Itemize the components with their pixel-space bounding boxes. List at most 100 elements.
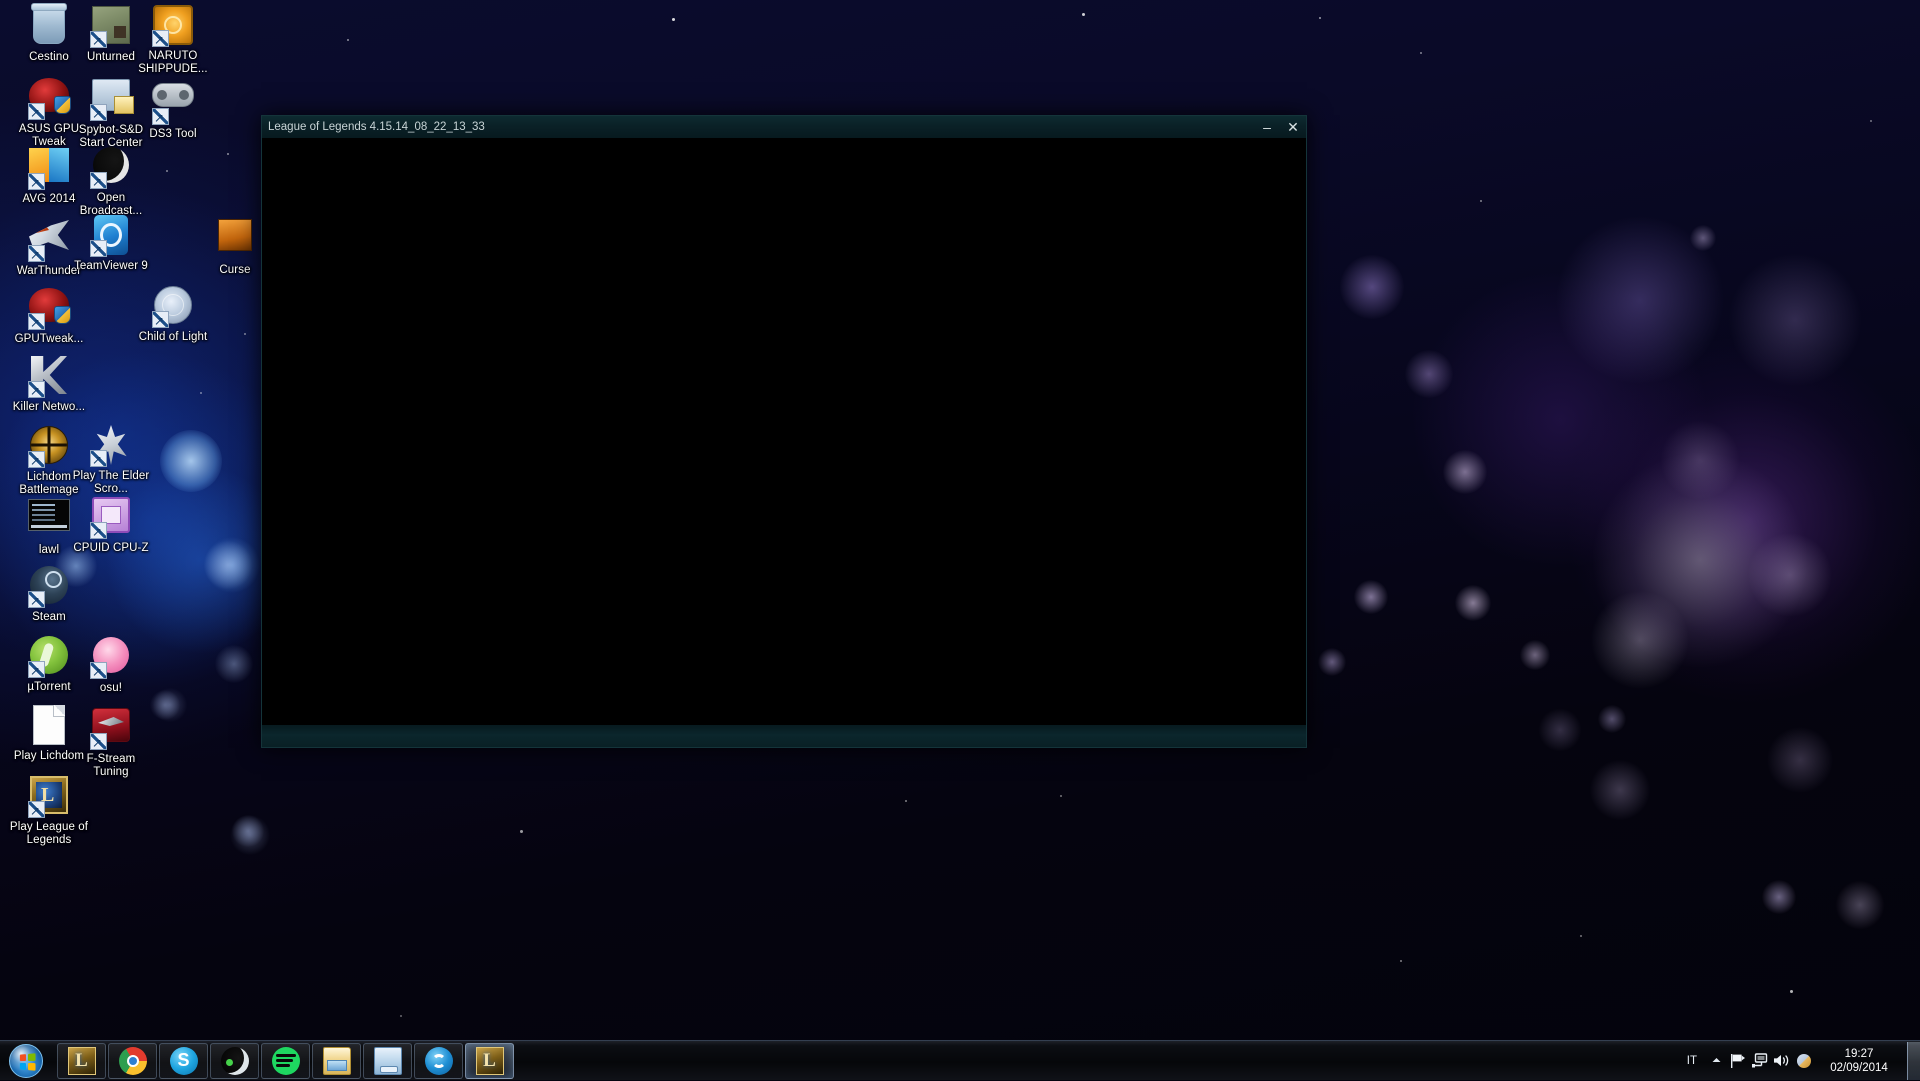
desktop-icon[interactable]: ↗ NARUTO SHIPPUDE... <box>130 4 216 75</box>
icon-art <box>29 220 69 250</box>
language-indicator[interactable]: IT <box>1679 1055 1705 1067</box>
desktop-icon-label: TeamViewer 9 <box>68 260 154 273</box>
tv9-icon: ↗ <box>90 215 132 257</box>
league-of-legends-window[interactable]: League of Legends 4.15.14_08_22_13_33 – … <box>261 115 1307 748</box>
skype-letter: S <box>177 1050 189 1071</box>
unturned-icon: ↗ <box>90 6 132 48</box>
action-center-flag-icon[interactable] <box>1727 1047 1749 1075</box>
shortcut-arrow-icon: ↗ <box>92 666 102 678</box>
shield-icon <box>54 306 71 324</box>
shortcut-arrow-icon: ↗ <box>30 805 40 817</box>
lol-icon: L↗ <box>28 776 70 818</box>
bin-icon <box>28 6 70 48</box>
taskbar-button-windows-explorer[interactable] <box>312 1043 361 1079</box>
desktop-icon[interactable]: ↗ Child of Light <box>130 284 216 344</box>
spotify-icon <box>272 1047 300 1075</box>
shortcut-arrow-icon: ↗ <box>30 177 40 189</box>
minimize-button[interactable]: – <box>1254 117 1280 138</box>
icon-art <box>28 499 70 531</box>
desktop-icon-label: DS3 Tool <box>130 128 216 141</box>
taskbar-button-spotify[interactable] <box>261 1043 310 1079</box>
lol-letter: L <box>75 1050 88 1072</box>
shortcut-arrow-icon: ↗ <box>30 595 40 607</box>
desktop-icon[interactable]: ↗ Killer Netwo... <box>6 354 92 414</box>
desktop-icon[interactable]: ↗ Steam <box>6 564 92 624</box>
taskbar-button-league-of-legends[interactable]: L <box>57 1043 106 1079</box>
taskbar-button-teamviewer[interactable] <box>414 1043 463 1079</box>
taskbar-button-skype[interactable]: S <box>159 1043 208 1079</box>
desktop-icon-label: Child of Light <box>130 331 216 344</box>
taskbar-button-open-broadcaster[interactable] <box>210 1043 259 1079</box>
shortcut-arrow-icon: ↗ <box>92 35 102 47</box>
desktop-icon[interactable]: ↗ TeamViewer 9 <box>68 214 154 273</box>
taskbar-button-google-chrome[interactable] <box>108 1043 157 1079</box>
fstream-icon: ↗ <box>90 708 132 750</box>
utorrent-icon: ↗ <box>28 636 70 678</box>
window-title: League of Legends 4.15.14_08_22_13_33 <box>262 121 485 133</box>
league-of-legends-icon: L <box>68 1047 96 1075</box>
spybot-icon: ↗ <box>90 79 132 121</box>
desktop-icon[interactable]: ↗ osu! <box>68 634 154 695</box>
league-of-legends-window-icon: L <box>476 1047 504 1075</box>
shortcut-arrow-icon: ↗ <box>92 176 102 188</box>
close-button[interactable]: ✕ <box>1280 117 1306 138</box>
desktop-icon[interactable]: ↗DS3 Tool <box>130 74 216 141</box>
avg-right <box>49 148 69 182</box>
desktop-icon-label: Killer Netwo... <box>6 401 92 414</box>
icon-art <box>33 6 65 44</box>
desktop-wallpaper[interactable]: Cestino↗Unturned↗NARUTO SHIPPUDE...↗ASUS… <box>0 0 1920 1080</box>
desktop-icon[interactable]: ↗F-Stream Tuning <box>68 704 154 778</box>
shortcut-arrow-icon: ↗ <box>154 315 164 327</box>
google-chrome-icon <box>119 1047 147 1075</box>
obs-icon: ↗ <box>90 147 132 189</box>
spotify-wave <box>276 1059 293 1062</box>
desktop-icon-label: NARUTO SHIPPUDE... <box>130 50 216 75</box>
skype-icon: S <box>170 1047 198 1075</box>
clock-time: 19:27 <box>1817 1047 1901 1061</box>
skyrim-icon: ↗ <box>90 425 132 467</box>
show-desktop-button[interactable] <box>1907 1042 1920 1080</box>
window-titlebar[interactable]: League of Legends 4.15.14_08_22_13_33 – … <box>262 116 1306 138</box>
volume-icon[interactable] <box>1771 1047 1793 1075</box>
icon-art <box>218 219 252 251</box>
desktop-icon-label: GPUTweak... <box>6 333 92 346</box>
system-tray: IT <box>1679 1041 1920 1081</box>
desktop-icon-label: osu! <box>68 682 154 695</box>
wt-icon: ↗ <box>28 220 70 262</box>
shortcut-arrow-icon: ↗ <box>92 244 102 256</box>
clock[interactable]: 19:27 02/09/2014 <box>1815 1047 1903 1075</box>
taskbar: L S L IT <box>0 1040 1920 1080</box>
desktop-icon-label: CPUID CPU-Z <box>68 542 154 555</box>
game-client-viewport[interactable] <box>262 138 1306 725</box>
desktop-icon-label: Play The Elder Scro... <box>68 470 154 495</box>
shortcut-arrow-icon: ↗ <box>154 34 164 46</box>
lich-icon: ↗ <box>28 426 70 468</box>
shortcut-arrow-icon: ↗ <box>30 107 40 119</box>
doc-icon <box>28 705 70 747</box>
spotify-wave <box>276 1054 296 1057</box>
shortcut-arrow-icon: ↗ <box>92 737 102 749</box>
start-button[interactable] <box>2 1042 50 1080</box>
monitor-utility-icon <box>374 1047 402 1075</box>
taskbar-button-league-of-legends-window[interactable]: L <box>465 1043 514 1079</box>
desktop-icon-label: Play League of Legends <box>6 821 92 846</box>
spotify-wave <box>276 1064 290 1067</box>
show-hidden-icons-icon[interactable] <box>1705 1047 1727 1075</box>
desktop-icon-label: Steam <box>6 611 92 624</box>
asus-icon: ↗ <box>28 288 70 330</box>
desktop-icon[interactable]: ↗ Play The Elder Scro... <box>68 424 154 495</box>
desktop-icon[interactable]: ↗Open Broadcast... <box>68 144 154 217</box>
desktop-icon[interactable]: ↗ GPUTweak... <box>6 284 92 346</box>
col-icon: ↗ <box>152 286 194 328</box>
shortcut-arrow-icon: ↗ <box>30 455 40 467</box>
windows-logo-icon <box>9 1044 43 1078</box>
desktop-icon[interactable]: L↗ Play League of Legends <box>6 774 92 846</box>
clock-date: 02/09/2014 <box>1817 1061 1901 1075</box>
icon-art <box>152 83 194 107</box>
desktop-icon[interactable]: ↗CPUID CPU-Z <box>68 494 154 555</box>
shortcut-arrow-icon: ↗ <box>30 385 40 397</box>
network-icon[interactable] <box>1749 1047 1771 1075</box>
app-status-icon[interactable] <box>1793 1047 1815 1075</box>
teamviewer-icon <box>425 1047 453 1075</box>
taskbar-button-monitor-utility[interactable] <box>363 1043 412 1079</box>
